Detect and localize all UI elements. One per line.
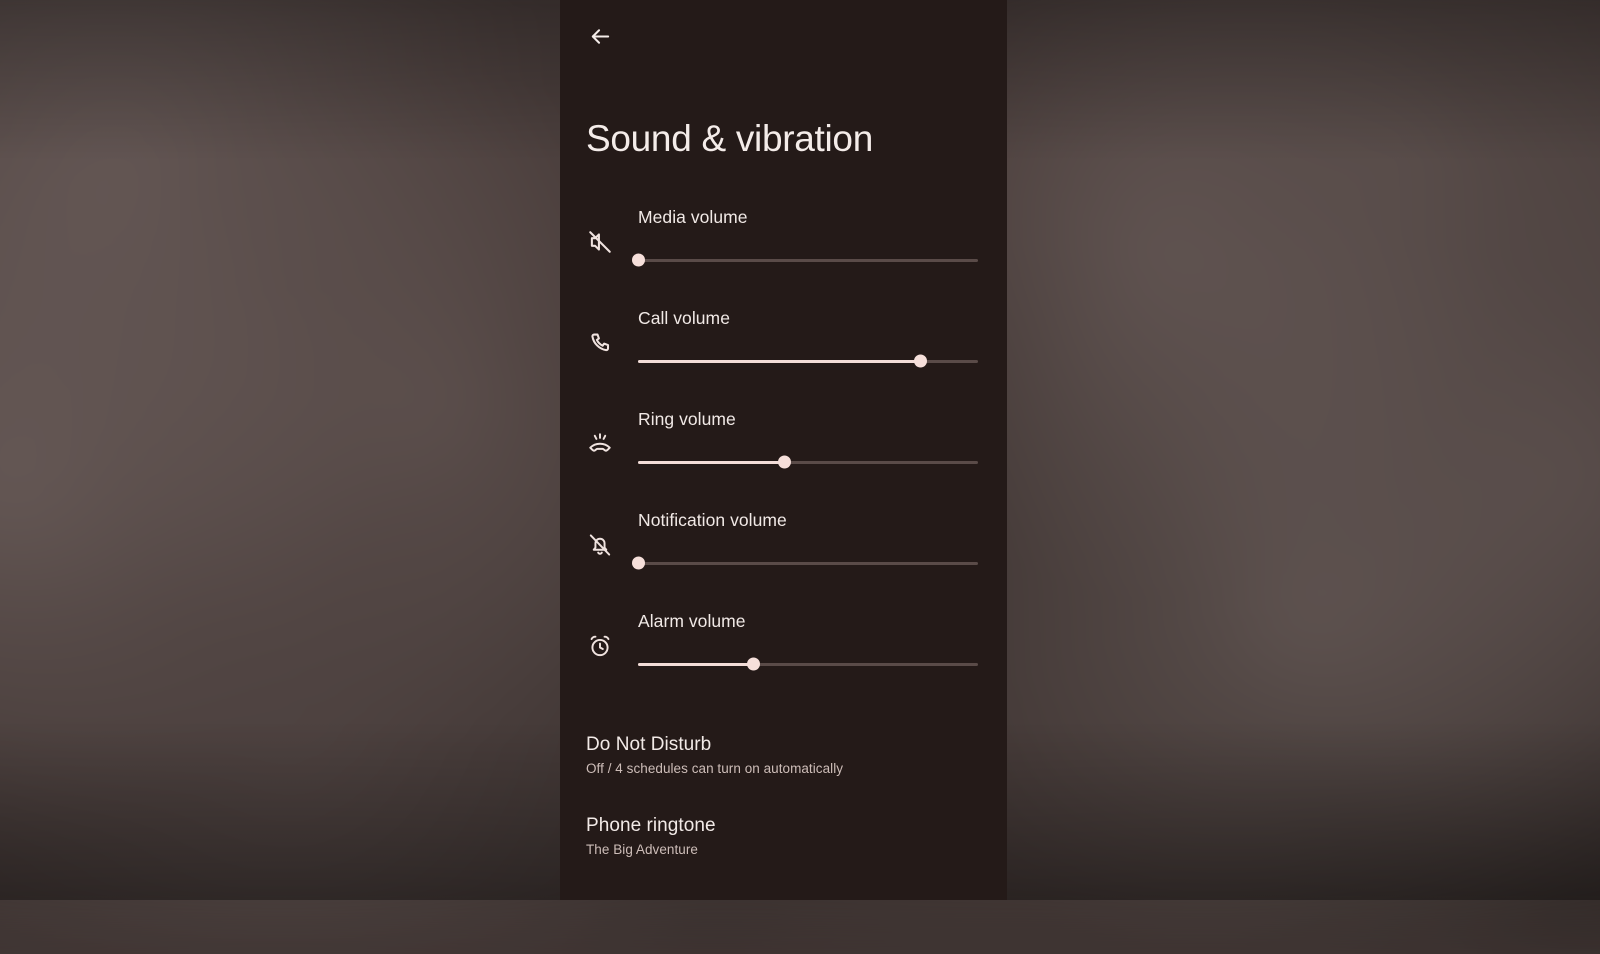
phone-call-icon [584, 327, 616, 359]
slider-thumb[interactable] [747, 658, 760, 671]
list-item-title: Phone ringtone [586, 815, 981, 837]
alarm-clock-icon [584, 630, 616, 662]
slider-track [638, 259, 978, 262]
notifications-off-icon [584, 529, 616, 561]
volume-slider-alarm[interactable] [638, 655, 978, 673]
slider-thumb[interactable] [778, 456, 791, 469]
volume-off-icon [584, 226, 616, 258]
slider-thumb[interactable] [632, 557, 645, 570]
slider-fill [638, 360, 920, 363]
volume-row-notification: Notification volume [560, 497, 1007, 598]
volume-slider-notification[interactable] [638, 554, 978, 572]
top-app-bar [560, 0, 1007, 66]
volume-row-alarm: Alarm volume [560, 598, 1007, 699]
sound-and-vibration-settings-panel: Sound & vibration Media volume [560, 0, 1007, 900]
volume-row-ring: Ring volume [560, 396, 1007, 497]
volume-slider-ring[interactable] [638, 453, 978, 471]
arrow-left-icon [589, 25, 612, 48]
volume-label-notification: Notification volume [638, 497, 1007, 531]
list-item-subtitle: The Big Adventure [586, 842, 981, 857]
list-item-subtitle: Off / 4 schedules can turn on automatica… [586, 761, 981, 776]
slider-track [638, 562, 978, 565]
volume-slider-media[interactable] [638, 251, 978, 269]
list-spacer [560, 790, 1007, 804]
volume-label-call: Call volume [638, 295, 1007, 329]
slider-thumb[interactable] [632, 254, 645, 267]
volume-sliders-group: Media volume Call volume [560, 194, 1007, 699]
page-title: Sound & vibration [586, 118, 1007, 160]
back-button[interactable] [578, 14, 622, 58]
slider-fill [638, 663, 754, 666]
slider-fill [638, 461, 784, 464]
volume-label-ring: Ring volume [638, 396, 1007, 430]
volume-label-media: Media volume [638, 194, 1007, 228]
slider-thumb[interactable] [914, 355, 927, 368]
list-item-title: Do Not Disturb [586, 734, 981, 756]
list-item-do-not-disturb[interactable]: Do Not Disturb Off / 4 schedules can tur… [560, 723, 1007, 790]
volume-row-media: Media volume [560, 194, 1007, 295]
settings-list: Do Not Disturb Off / 4 schedules can tur… [560, 723, 1007, 871]
list-item-phone-ringtone[interactable]: Phone ringtone The Big Adventure [560, 804, 1007, 871]
volume-slider-call[interactable] [638, 352, 978, 370]
ring-volume-icon [584, 428, 616, 460]
volume-label-alarm: Alarm volume [638, 598, 1007, 632]
volume-row-call: Call volume [560, 295, 1007, 396]
